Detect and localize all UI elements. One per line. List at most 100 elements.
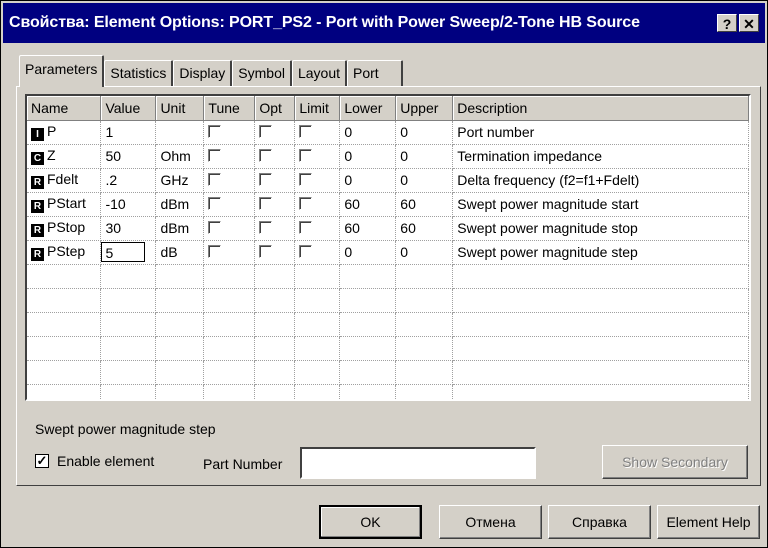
tab-parameters[interactable]: Parameters <box>19 55 105 87</box>
tab-display[interactable]: Display <box>173 60 233 86</box>
col-header-unit[interactable]: Unit <box>155 96 205 121</box>
tab-layout[interactable]: Layout <box>291 60 348 86</box>
tune-checkbox[interactable] <box>208 173 222 186</box>
empty-row[interactable] <box>27 264 749 289</box>
empty-row[interactable] <box>27 384 749 399</box>
limit-checkbox[interactable] <box>299 221 313 234</box>
param-value[interactable]: 1 <box>100 120 157 145</box>
param-upper[interactable]: 0 <box>395 168 454 193</box>
param-name: PStep <box>47 243 86 259</box>
window-title: Свойства: Element Options: PORT_PS2 - Po… <box>9 14 640 31</box>
param-name: PStart <box>47 195 86 211</box>
element-options-dialog: Свойства: Element Options: PORT_PS2 - Po… <box>0 0 768 548</box>
real-type-icon: R <box>31 176 44 189</box>
col-header-description[interactable]: Description <box>452 96 749 121</box>
col-header-limit[interactable]: Limit <box>294 96 341 121</box>
param-upper[interactable]: 0 <box>395 240 454 265</box>
limit-checkbox[interactable] <box>299 125 313 138</box>
part-number-input[interactable] <box>300 447 536 479</box>
param-upper[interactable]: 0 <box>395 120 454 145</box>
cancel-button[interactable]: Отмена <box>439 505 542 539</box>
param-lower[interactable]: 0 <box>339 168 397 193</box>
opt-checkbox[interactable] <box>259 125 273 138</box>
table-row[interactable]: R PStep 5 dB 0 0 Swept power magnitude st… <box>27 240 749 265</box>
title-bar[interactable]: Свойства: Element Options: PORT_PS2 - Po… <box>3 3 765 43</box>
close-icon[interactable]: ✕ <box>739 14 759 32</box>
real-type-icon: R <box>31 200 44 213</box>
help-question-icon[interactable]: ? <box>717 14 737 32</box>
table-row[interactable]: R PStop 30 dBm 60 60 Swept power magnitud… <box>27 216 749 241</box>
opt-checkbox[interactable] <box>259 245 273 258</box>
param-description: Swept power magnitude step <box>452 240 749 265</box>
col-header-lower[interactable]: Lower <box>339 96 397 121</box>
param-value[interactable]: -10 <box>100 192 157 217</box>
show-secondary-button[interactable]: Show Secondary <box>602 445 748 479</box>
help-button[interactable]: Справка <box>548 505 651 539</box>
param-upper[interactable]: 60 <box>395 192 454 217</box>
empty-row[interactable] <box>27 336 749 361</box>
param-description: Port number <box>452 120 749 145</box>
param-lower[interactable]: 60 <box>339 216 397 241</box>
empty-row[interactable] <box>27 312 749 337</box>
param-description: Delta frequency (f2=f1+Fdelt) <box>452 168 749 193</box>
enable-element-label: Enable element <box>57 453 155 469</box>
opt-checkbox[interactable] <box>259 149 273 162</box>
param-description: Termination impedance <box>452 144 749 169</box>
ok-button[interactable]: OK <box>319 505 422 539</box>
param-name: Z <box>47 147 56 163</box>
limit-checkbox[interactable] <box>299 173 313 186</box>
param-value-editor[interactable]: 5 <box>101 242 146 262</box>
selected-param-description: Swept power magnitude step <box>35 421 216 437</box>
table-row[interactable]: IP 1 0 0 Port number <box>27 120 749 145</box>
param-upper[interactable]: 60 <box>395 216 454 241</box>
param-value[interactable]: .2 <box>100 168 157 193</box>
opt-checkbox[interactable] <box>259 173 273 186</box>
checkmark-icon[interactable]: ✓ <box>35 454 49 468</box>
param-unit: Ohm <box>155 144 205 169</box>
param-description: Swept power magnitude stop <box>452 216 749 241</box>
tab-port[interactable]: Port <box>347 60 403 86</box>
empty-row[interactable] <box>27 360 749 385</box>
param-lower[interactable]: 0 <box>339 144 397 169</box>
col-header-opt[interactable]: Opt <box>254 96 296 121</box>
tune-checkbox[interactable] <box>208 197 222 210</box>
tune-checkbox[interactable] <box>208 221 222 234</box>
enable-element-checkbox[interactable]: ✓ Enable element <box>35 453 154 469</box>
table-row[interactable]: CZ 50 Ohm 0 0 Termination impedance <box>27 144 749 169</box>
col-header-name[interactable]: Name <box>27 96 102 121</box>
tab-strip: Parameters Statistics Display Symbol Lay… <box>19 55 403 87</box>
param-value[interactable]: 30 <box>100 216 157 241</box>
real-type-icon: R <box>31 248 44 261</box>
table-row[interactable]: R PStart -10 dBm 60 60 Swept power magnit… <box>27 192 749 217</box>
real-type-icon: R <box>31 224 44 237</box>
param-value[interactable]: 50 <box>100 144 157 169</box>
limit-checkbox[interactable] <box>299 245 313 258</box>
element-help-button[interactable]: Element Help <box>657 505 760 539</box>
tune-checkbox[interactable] <box>208 245 222 258</box>
tab-statistics[interactable]: Statistics <box>104 60 174 86</box>
grid-header-row: Name Value Unit Tune Opt Limit Lower Upp… <box>27 96 749 121</box>
param-upper[interactable]: 0 <box>395 144 454 169</box>
param-lower[interactable]: 0 <box>339 120 397 145</box>
limit-checkbox[interactable] <box>299 149 313 162</box>
tune-checkbox[interactable] <box>208 125 222 138</box>
param-name: P <box>47 123 57 139</box>
opt-checkbox[interactable] <box>259 197 273 210</box>
param-lower[interactable]: 0 <box>339 240 397 265</box>
table-row[interactable]: R Fdelt .2 GHz 0 0 Delta frequency (f2=f1… <box>27 168 749 193</box>
limit-checkbox[interactable] <box>299 197 313 210</box>
col-header-tune[interactable]: Tune <box>203 96 256 121</box>
param-lower[interactable]: 60 <box>339 192 397 217</box>
opt-checkbox[interactable] <box>259 221 273 234</box>
part-number-label: Part Number <box>203 456 283 472</box>
tab-symbol[interactable]: Symbol <box>232 60 292 86</box>
empty-row[interactable] <box>27 288 749 313</box>
complex-type-icon: C <box>31 152 44 165</box>
integer-type-icon: I <box>31 128 44 141</box>
col-header-value[interactable]: Value <box>100 96 157 121</box>
col-header-upper[interactable]: Upper <box>395 96 454 121</box>
tune-checkbox[interactable] <box>208 149 222 162</box>
param-unit: dBm <box>155 216 205 241</box>
parameters-grid[interactable]: Name Value Unit Tune Opt Limit Lower Upp… <box>25 94 751 401</box>
param-unit: dB <box>155 240 205 265</box>
